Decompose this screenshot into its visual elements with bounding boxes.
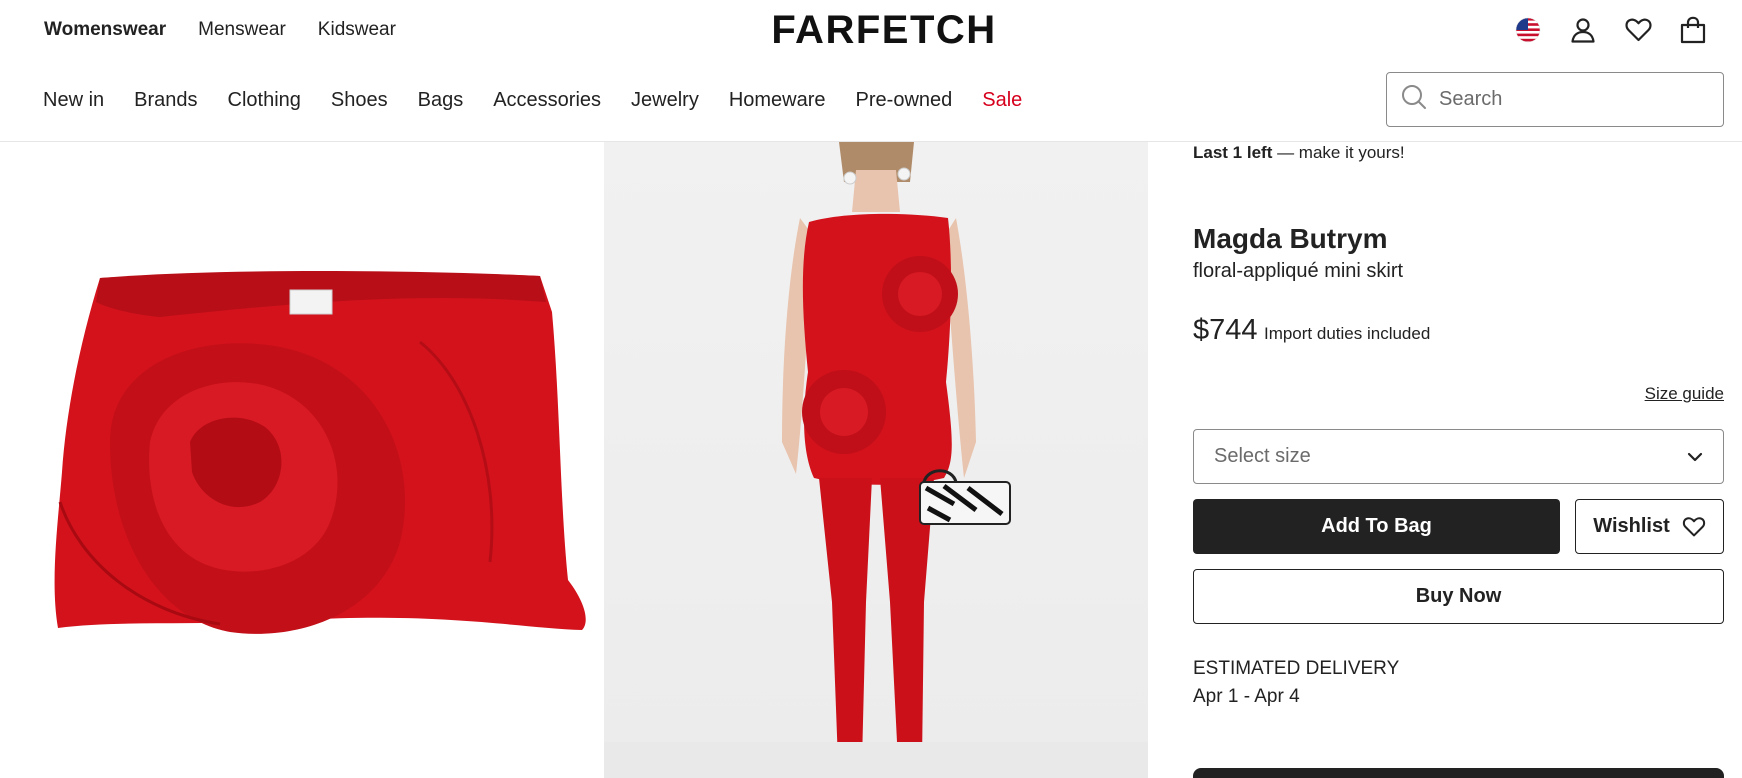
- search-box[interactable]: [1386, 72, 1724, 127]
- size-select-placeholder: Select size: [1214, 445, 1311, 467]
- import-duties-note: Import duties included: [1263, 324, 1431, 343]
- search-input[interactable]: [1439, 88, 1699, 111]
- site-header: Womenswear Menswear Kidswear FARFETCH Ne…: [0, 0, 1742, 142]
- estimated-delivery-label: ESTIMATED DELIVERY: [1193, 658, 1400, 679]
- nav-jewelry[interactable]: Jewelry: [631, 88, 699, 112]
- farfetch-logo[interactable]: FARFETCH: [756, 10, 1012, 50]
- wishlist-button[interactable]: Wishlist: [1575, 499, 1724, 554]
- nav-bags[interactable]: Bags: [418, 88, 464, 112]
- gender-nav: Womenswear Menswear Kidswear: [44, 18, 396, 42]
- add-to-bag-button[interactable]: Add To Bag: [1193, 499, 1560, 554]
- heart-icon: [1682, 516, 1705, 536]
- stock-count: Last 1 left: [1193, 143, 1273, 162]
- nav-womenswear[interactable]: Womenswear: [44, 18, 166, 42]
- skirt-flat-image: [54, 271, 586, 634]
- wishlist-button-label: Wishlist: [1593, 515, 1670, 537]
- category-nav: New in Brands Clothing Shoes Bags Access…: [43, 88, 1022, 112]
- stock-notice: Last 1 left — make it yours!: [1193, 142, 1405, 164]
- utility-icons: [1512, 14, 1709, 46]
- nav-pre-owned[interactable]: Pre-owned: [856, 88, 953, 112]
- nav-clothing[interactable]: Clothing: [228, 88, 301, 112]
- nav-shoes[interactable]: Shoes: [331, 88, 388, 112]
- price-row: $744 Import duties included: [1193, 314, 1430, 347]
- wishlist-heart-icon[interactable]: [1622, 14, 1654, 46]
- stock-note: — make it yours!: [1272, 143, 1405, 162]
- size-guide-link[interactable]: Size guide: [1645, 384, 1724, 404]
- bag-icon[interactable]: [1677, 14, 1709, 46]
- nav-homeware[interactable]: Homeware: [729, 88, 826, 112]
- search-icon: [1401, 84, 1427, 115]
- us-flag-icon[interactable]: [1512, 14, 1544, 46]
- size-select[interactable]: Select size: [1193, 429, 1724, 484]
- nav-kidswear[interactable]: Kidswear: [318, 18, 396, 42]
- product-price: $744: [1193, 314, 1258, 346]
- next-section-bar: [1193, 768, 1724, 778]
- nav-new-in[interactable]: New in: [43, 88, 104, 112]
- product-image-flat[interactable]: [0, 142, 604, 778]
- buy-now-button[interactable]: Buy Now: [1193, 569, 1724, 624]
- account-icon[interactable]: [1567, 14, 1599, 46]
- nav-accessories[interactable]: Accessories: [493, 88, 601, 112]
- nav-brands[interactable]: Brands: [134, 88, 197, 112]
- product-brand[interactable]: Magda Butrym: [1193, 222, 1387, 256]
- chevron-down-icon: [1687, 452, 1703, 461]
- nav-menswear[interactable]: Menswear: [198, 18, 286, 42]
- model-image: [604, 142, 1148, 778]
- product-image-model[interactable]: [604, 142, 1148, 778]
- estimated-delivery-dates: Apr 1 - Apr 4: [1193, 686, 1300, 707]
- nav-sale[interactable]: Sale: [982, 88, 1022, 112]
- product-name: floral-appliqué mini skirt: [1193, 260, 1404, 282]
